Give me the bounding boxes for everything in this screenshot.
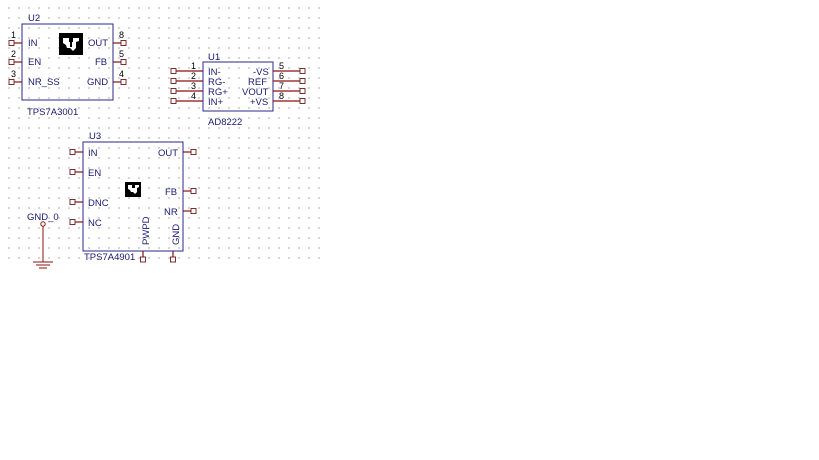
svg-text:OUT: OUT (88, 38, 108, 49)
u3-pin-nr[interactable]: NR (164, 207, 197, 218)
u3-pin-fb[interactable]: FB (165, 187, 197, 198)
schematic-drawing: U2 1 IN 2 EN 3 NR_SS 8 OUT 5 FB 4 GND TP… (8, 13, 306, 269)
svg-text:FB: FB (95, 57, 107, 68)
u1-refdes: U1 (208, 52, 220, 63)
svg-text:+VS: +VS (250, 97, 268, 108)
svg-text:6: 6 (279, 71, 284, 81)
u3-pin-dnc[interactable]: DNC (69, 198, 109, 209)
u3-pin-pwpd[interactable]: PWPD (140, 216, 153, 263)
svg-text:IN+: IN+ (208, 97, 224, 108)
svg-text:GND: GND (87, 77, 108, 88)
svg-text:8: 8 (119, 30, 124, 40)
svg-text:1: 1 (11, 30, 16, 40)
svg-text:8: 8 (279, 91, 284, 101)
svg-text:GND: GND (171, 224, 182, 245)
u2-pin-2[interactable]: 2 EN (8, 49, 41, 68)
svg-text:NR_SS: NR_SS (28, 77, 60, 88)
svg-text:IN: IN (88, 148, 98, 159)
ti-logo-icon (125, 182, 141, 197)
u3-pin-nc[interactable]: NC (69, 218, 102, 229)
component-u1[interactable]: U1 1 IN- 2 RG- 3 RG+ 4 IN+ 5 -VS 6 REF 7… (170, 52, 306, 128)
svg-text:EN: EN (88, 168, 101, 179)
u1-part-value: AD8222 (208, 117, 242, 128)
u2-part-value: TPS7A3001 (27, 107, 78, 118)
u3-pin-gnd[interactable]: GND (170, 224, 183, 263)
component-u3[interactable]: U3 IN EN DNC NC OUT FB NR PWPD GND TPS7A… (69, 131, 197, 263)
svg-text:5: 5 (279, 61, 284, 71)
u2-pin-3[interactable]: 3 NR_SS (8, 69, 60, 88)
u2-refdes: U2 (28, 13, 40, 24)
svg-text:2: 2 (11, 49, 16, 59)
svg-text:3: 3 (11, 69, 16, 79)
u3-part-value: TPS7A4901 (84, 252, 135, 263)
ti-logo-icon (59, 33, 83, 55)
gnd0-connection-point[interactable] (40, 221, 46, 227)
u3-refdes: U3 (89, 131, 101, 142)
svg-text:7: 7 (279, 81, 284, 91)
u2-pin-4[interactable]: 4 GND (87, 69, 127, 88)
svg-text:2: 2 (191, 71, 196, 81)
ground-symbol-gnd0[interactable]: GND_0 (27, 212, 59, 269)
component-u2[interactable]: U2 1 IN 2 EN 3 NR_SS 8 OUT 5 FB 4 GND TP… (8, 13, 127, 118)
u3-pin-en[interactable]: EN (69, 168, 101, 179)
svg-text:EN: EN (28, 57, 41, 68)
svg-text:NR: NR (164, 207, 178, 218)
svg-text:NC: NC (88, 218, 102, 229)
svg-text:DNC: DNC (88, 198, 109, 209)
svg-text:5: 5 (119, 49, 124, 59)
u2-pin-1[interactable]: 1 IN (8, 30, 38, 49)
svg-text:PWPD: PWPD (141, 216, 152, 245)
u2-pin-5[interactable]: 5 FB (95, 49, 127, 68)
svg-text:3: 3 (191, 81, 196, 91)
svg-text:IN: IN (28, 38, 38, 49)
svg-text:4: 4 (119, 69, 124, 79)
svg-text:4: 4 (191, 91, 196, 101)
u3-pin-out[interactable]: OUT (158, 148, 197, 159)
u2-pin-8[interactable]: 8 OUT (88, 30, 127, 49)
svg-text:1: 1 (191, 61, 196, 71)
svg-text:FB: FB (165, 187, 177, 198)
u3-pin-in[interactable]: IN (69, 148, 98, 159)
svg-text:OUT: OUT (158, 148, 178, 159)
